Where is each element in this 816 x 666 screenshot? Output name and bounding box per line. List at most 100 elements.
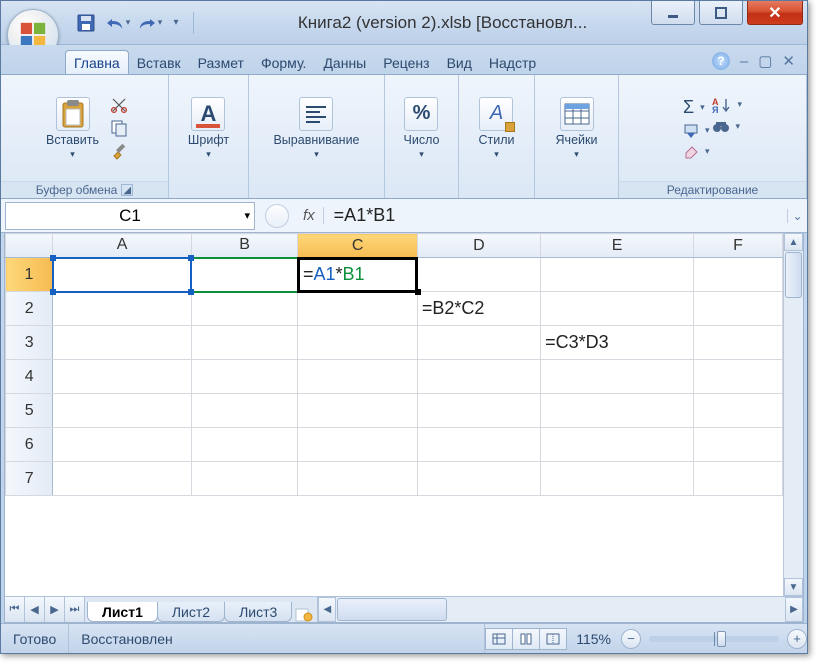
minimize-button[interactable] — [651, 1, 695, 25]
cell-C6[interactable] — [298, 428, 417, 462]
cell-A1[interactable] — [53, 258, 191, 292]
scroll-left-button[interactable]: ◀ — [318, 597, 336, 622]
font-button[interactable]: A Шрифт ▾ — [182, 93, 235, 164]
cell-E4[interactable] — [541, 360, 694, 394]
sheet-tab-2[interactable]: Лист2 — [157, 602, 225, 622]
cell-E5[interactable] — [541, 394, 694, 428]
close-button[interactable]: ✕ — [747, 1, 803, 25]
row-header-4[interactable]: 4 — [6, 360, 53, 394]
col-header-E[interactable]: E — [541, 234, 694, 258]
row-header-2[interactable]: 2 — [6, 292, 53, 326]
cell-D6[interactable] — [417, 428, 540, 462]
minimize-ribbon-button[interactable]: – — [740, 53, 748, 70]
row-header-5[interactable]: 5 — [6, 394, 53, 428]
cancel-formula-button[interactable] — [265, 204, 289, 228]
row-header-6[interactable]: 6 — [6, 428, 53, 462]
cut-button[interactable] — [109, 95, 129, 115]
save-button[interactable] — [73, 10, 99, 36]
cell-B3[interactable] — [191, 326, 298, 360]
tab-review[interactable]: Реценз — [374, 50, 438, 74]
expand-formula-bar-button[interactable]: ⌄ — [787, 209, 807, 223]
cell-F4[interactable] — [694, 360, 783, 394]
cell-E3[interactable]: =C3*D3 — [541, 326, 694, 360]
cell-B5[interactable] — [191, 394, 298, 428]
cell-B4[interactable] — [191, 360, 298, 394]
find-select-button[interactable] — [712, 118, 743, 136]
cell-F3[interactable] — [694, 326, 783, 360]
insert-function-button[interactable]: fx — [295, 207, 324, 224]
close-workbook-button[interactable]: ✕ — [782, 52, 795, 70]
cell-B2[interactable] — [191, 292, 298, 326]
cell-C4[interactable] — [298, 360, 417, 394]
cell-D7[interactable] — [417, 462, 540, 496]
next-sheet-button[interactable]: ▶ — [45, 597, 65, 622]
first-sheet-button[interactable]: ⏮ — [5, 597, 25, 622]
number-button[interactable]: % Число ▾ — [398, 93, 446, 164]
select-all-corner[interactable] — [6, 234, 53, 258]
copy-button[interactable] — [109, 118, 129, 138]
cell-E2[interactable] — [541, 292, 694, 326]
redo-button[interactable] — [137, 10, 163, 36]
clipboard-dialog-launcher[interactable]: ◢ — [121, 184, 133, 196]
formula-input[interactable]: =A1*B1 — [330, 205, 787, 226]
cell-B6[interactable] — [191, 428, 298, 462]
spreadsheet-grid[interactable]: A B C D E F 1 — [5, 233, 783, 496]
maximize-button[interactable] — [699, 1, 743, 25]
cell-A5[interactable] — [53, 394, 191, 428]
cell-C2[interactable] — [298, 292, 417, 326]
col-header-C[interactable]: C — [298, 234, 417, 258]
cell-F5[interactable] — [694, 394, 783, 428]
tab-view[interactable]: Вид — [438, 50, 481, 74]
hscroll-thumb[interactable] — [337, 598, 447, 621]
scroll-up-button[interactable]: ▲ — [784, 233, 803, 251]
horizontal-scrollbar[interactable]: ◀ ▶ — [317, 597, 803, 622]
tab-formulas[interactable]: Форму. — [252, 50, 316, 74]
name-box[interactable]: C1 ▾ — [5, 202, 255, 230]
cell-F1[interactable] — [694, 258, 783, 292]
cell-C1[interactable]: =A1*B1 — [298, 258, 417, 292]
col-header-B[interactable]: B — [191, 234, 298, 258]
row-header-1[interactable]: 1 — [6, 258, 53, 292]
view-normal-button[interactable] — [485, 628, 513, 650]
cell-D1[interactable] — [417, 258, 540, 292]
cell-A3[interactable] — [53, 326, 191, 360]
zoom-out-button[interactable]: − — [621, 629, 641, 649]
tab-insert[interactable]: Вставк — [128, 50, 190, 74]
tab-layout[interactable]: Размет — [189, 50, 253, 74]
cell-A6[interactable] — [53, 428, 191, 462]
cell-A7[interactable] — [53, 462, 191, 496]
undo-button[interactable] — [105, 10, 131, 36]
sheet-tab-1[interactable]: Лист1 — [87, 602, 158, 622]
col-header-D[interactable]: D — [417, 234, 540, 258]
last-sheet-button[interactable]: ⏭ — [65, 597, 85, 622]
cell-D2[interactable]: =B2*C2 — [417, 292, 540, 326]
cell-C7[interactable] — [298, 462, 417, 496]
cell-D3[interactable] — [417, 326, 540, 360]
col-header-F[interactable]: F — [694, 234, 783, 258]
cell-B1[interactable] — [191, 258, 298, 292]
tab-data[interactable]: Данны — [314, 50, 375, 74]
cell-C3[interactable] — [298, 326, 417, 360]
zoom-slider-knob[interactable] — [717, 631, 726, 647]
insert-sheet-button[interactable] — [291, 606, 317, 622]
cell-F7[interactable] — [694, 462, 783, 496]
tab-home[interactable]: Главна — [65, 50, 129, 74]
row-header-3[interactable]: 3 — [6, 326, 53, 360]
cell-C5[interactable] — [298, 394, 417, 428]
row-header-7[interactable]: 7 — [6, 462, 53, 496]
prev-sheet-button[interactable]: ◀ — [25, 597, 45, 622]
fill-button[interactable] — [683, 123, 710, 139]
cell-F6[interactable] — [694, 428, 783, 462]
tab-addins[interactable]: Надстр — [480, 50, 545, 74]
col-header-A[interactable]: A — [53, 234, 191, 258]
view-page-break-button[interactable] — [539, 628, 567, 650]
sort-filter-button[interactable]: АЯ — [712, 97, 743, 113]
cell-E1[interactable] — [541, 258, 694, 292]
zoom-slider[interactable] — [649, 636, 779, 642]
clear-button[interactable] — [683, 144, 710, 160]
format-painter-button[interactable] — [109, 141, 129, 161]
paste-button[interactable]: Вставить ▾ — [40, 93, 105, 164]
cell-D5[interactable] — [417, 394, 540, 428]
alignment-button[interactable]: Выравнивание ▾ — [267, 93, 365, 164]
qat-customize-button[interactable]: ▾ — [169, 10, 183, 36]
